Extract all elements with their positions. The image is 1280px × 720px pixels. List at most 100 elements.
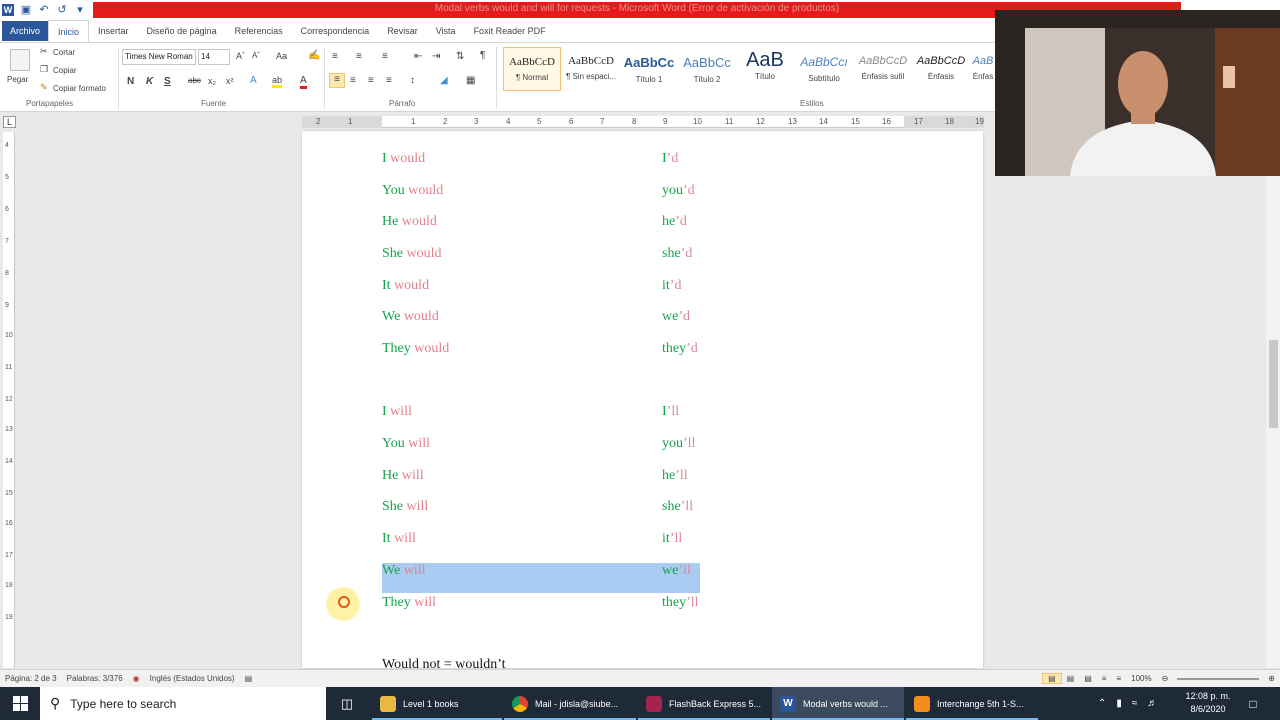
cursor-ring-icon (338, 596, 350, 608)
zoom-level[interactable]: 100% (1126, 674, 1156, 683)
taskbar-clock[interactable]: 12:08 p. m. 8/6/2020 (1178, 690, 1238, 716)
task-view-button[interactable]: ◫ (334, 687, 360, 720)
style-intense-emphasis[interactable]: AaB Énfas (970, 47, 996, 91)
taskbar-app-level1[interactable]: Level 1 books (372, 687, 502, 720)
zoom-in-icon[interactable]: ⊕ (1263, 674, 1280, 683)
tab-selector[interactable]: L (3, 116, 16, 128)
tab-vista[interactable]: Vista (427, 20, 465, 42)
start-button[interactable] (0, 687, 40, 720)
full-screen-reading-icon[interactable]: ▤ (1062, 674, 1080, 683)
save-icon[interactable]: ▣ (20, 4, 32, 16)
tab-revisar[interactable]: Revisar (378, 20, 427, 42)
taskbar-app-interchange[interactable]: Interchange 5th 1-S... (906, 687, 1038, 720)
status-bar: Página: 2 de 3 Palabras: 3/376 ◉ Inglés … (0, 669, 1280, 687)
align-left-icon[interactable]: ≡ (329, 73, 345, 88)
vertical-scrollbar[interactable] (1266, 112, 1280, 668)
document-page[interactable]: I would You would He would She would It … (302, 131, 983, 668)
notifications-button[interactable]: □ (1242, 687, 1264, 720)
draft-icon[interactable]: ≡ (1111, 674, 1126, 683)
italic-icon[interactable]: K (146, 76, 153, 87)
horizontal-ruler[interactable]: 2 1 1 2 3 4 5 6 7 8 9 10 11 12 13 14 15 … (302, 116, 984, 128)
shading-icon[interactable]: ◢ (440, 75, 448, 86)
show-marks-icon[interactable]: ¶ (480, 50, 485, 61)
macro-record-icon[interactable]: ▤ (240, 674, 258, 683)
zoom-slider[interactable] (1177, 677, 1260, 680)
clipboard-group-label: Portapapeles (26, 99, 74, 108)
style-heading-2[interactable]: AaBbCc Título 2 (678, 47, 736, 91)
outline-icon[interactable]: ≡ (1097, 674, 1112, 683)
would-row-they: They would (382, 341, 450, 356)
paste-icon[interactable] (10, 49, 30, 71)
customize-qat-icon[interactable]: ▾ (74, 4, 86, 16)
taskbar-search[interactable]: ⚲ Type here to search (40, 687, 326, 720)
taskbar-app-flashback[interactable]: FlashBack Express 5... (638, 687, 770, 720)
language-indicator[interactable]: Inglés (Estados Unidos) (145, 674, 240, 683)
word-count[interactable]: Palabras: 3/376 (62, 674, 128, 683)
style-subtle-emphasis[interactable]: AaBbCcD Énfasis sutil (854, 47, 912, 91)
redo-icon[interactable]: ↺ (56, 4, 68, 16)
decrease-indent-icon[interactable]: ⇤ (414, 51, 422, 62)
sort-icon[interactable]: ⇅ (456, 51, 464, 62)
line-spacing-icon[interactable]: ↕ (410, 75, 415, 86)
justify-icon[interactable]: ≡ (386, 75, 392, 86)
will-row-you: You will (382, 436, 430, 451)
change-case-icon[interactable]: Aa (276, 51, 287, 61)
shrink-font-icon[interactable]: Aˇ (252, 51, 260, 60)
multilevel-list-icon[interactable]: ≡ (382, 51, 388, 62)
will-row-she: She will (382, 499, 429, 514)
tab-diseno-pagina[interactable]: Diseño de página (138, 20, 226, 42)
styles-group-label: Estilos (800, 99, 824, 108)
align-right-icon[interactable]: ≡ (368, 75, 374, 86)
tray-chevron-icon[interactable]: ⌃ (1098, 698, 1106, 709)
tab-referencias[interactable]: Referencias (226, 20, 292, 42)
volume-icon[interactable]: ♬ (1147, 698, 1157, 709)
windows-logo-icon (12, 696, 28, 711)
subscript-icon[interactable]: x₂ (208, 76, 216, 86)
format-painter-button[interactable]: Copiar formato (53, 84, 106, 93)
web-layout-icon[interactable]: ▤ (1079, 674, 1097, 683)
style-normal[interactable]: AaBbCcD ¶ Normal (503, 47, 561, 91)
style-emphasis[interactable]: AaBbCcD Énfasis (912, 47, 970, 91)
font-size-combo[interactable]: 14 (198, 49, 230, 65)
tab-archivo[interactable]: Archivo (2, 21, 49, 41)
tab-insertar[interactable]: Insertar (89, 20, 138, 42)
font-family-combo[interactable]: Times New Roman (122, 49, 196, 65)
page-count[interactable]: Página: 2 de 3 (0, 674, 62, 683)
bold-icon[interactable]: N (127, 76, 134, 87)
highlight-icon[interactable]: ab (272, 75, 283, 88)
print-layout-icon[interactable]: ▤ (1042, 673, 1062, 684)
proofing-icon[interactable]: ◉ (128, 674, 145, 683)
clear-format-icon[interactable]: ✍ (308, 50, 320, 61)
wifi-icon[interactable]: ≈ (1132, 698, 1138, 709)
style-subtitle[interactable]: AaBbCcı Subtítulo (795, 47, 853, 91)
taskbar-app-word[interactable]: W Modal verbs would ... (772, 687, 904, 720)
style-heading-1[interactable]: AaBbCc Título 1 (620, 47, 678, 91)
numbering-icon[interactable]: ≡ (356, 51, 362, 62)
paste-button[interactable]: Pegar (7, 75, 28, 84)
superscript-icon[interactable]: x² (226, 76, 234, 86)
zoom-out-icon[interactable]: ⊖ (1157, 674, 1174, 683)
align-center-icon[interactable]: ≡ (350, 75, 356, 86)
style-no-spacing[interactable]: AaBbCcD ¶ Sin espaci... (562, 47, 620, 91)
scrollbar-thumb[interactable] (1269, 340, 1278, 428)
strikethrough-icon[interactable]: abc (188, 76, 201, 85)
bullets-icon[interactable]: ≡ (332, 51, 338, 62)
system-tray: ⌃ ▮ ≈ ♬ (1098, 687, 1157, 720)
text-effects-icon[interactable]: A (250, 75, 257, 86)
underline-icon[interactable]: S (164, 76, 171, 87)
increase-indent-icon[interactable]: ⇥ (432, 51, 440, 62)
grow-font-icon[interactable]: Aˆ (236, 51, 245, 61)
borders-icon[interactable]: ▦ (466, 75, 475, 86)
copy-button[interactable]: Copiar (53, 66, 77, 75)
font-color-icon[interactable]: A (300, 75, 307, 89)
would-row-you: You would (382, 183, 444, 198)
style-title[interactable]: AaB Título (736, 47, 794, 91)
battery-icon[interactable]: ▮ (1116, 698, 1122, 709)
tab-correspondencia[interactable]: Correspondencia (292, 20, 379, 42)
vertical-ruler[interactable]: 4 5 6 7 8 9 10 11 12 13 14 15 16 17 18 1… (3, 132, 15, 668)
tab-foxit[interactable]: Foxit Reader PDF (465, 20, 555, 42)
undo-icon[interactable]: ↶ (38, 4, 50, 16)
cut-button[interactable]: Cortar (53, 48, 75, 57)
tab-inicio[interactable]: Inicio (48, 20, 90, 42)
taskbar-app-chrome[interactable]: Mail - jdisla@siube... (504, 687, 636, 720)
